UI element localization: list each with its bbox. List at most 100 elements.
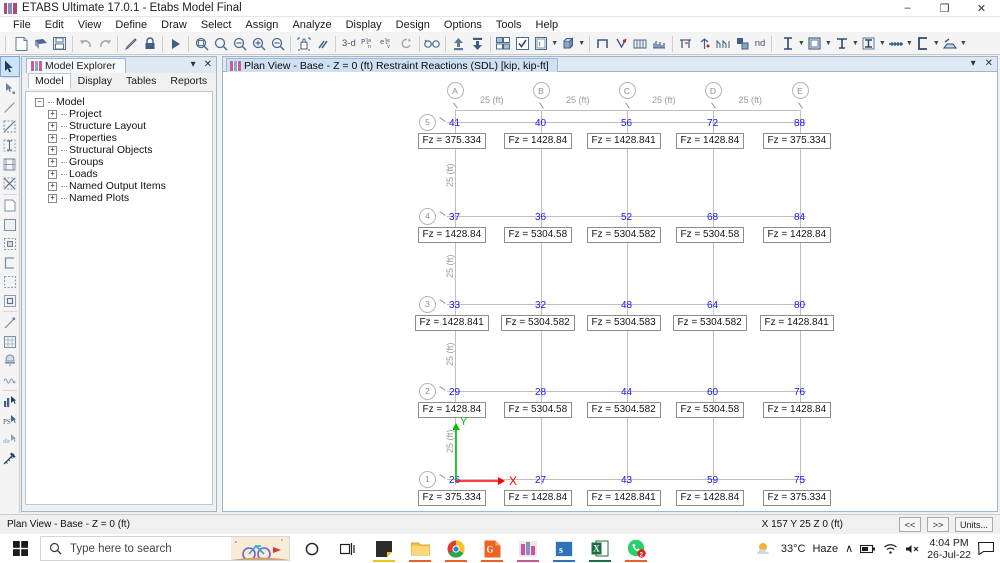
grid-bubble-D[interactable]: D	[704, 82, 722, 99]
reaction-value-node-68[interactable]: Fz = 5304.58	[675, 227, 745, 243]
reaction-value-node-32[interactable]: Fz = 5304.582	[500, 315, 575, 331]
tree-node-loads[interactable]: + Loads	[28, 168, 210, 180]
grid-bubble-E[interactable]: E	[791, 82, 809, 99]
grid-bubble-2[interactable]: 2	[419, 382, 436, 400]
tab-tables[interactable]: Tables	[119, 73, 163, 89]
menu-define[interactable]: Define	[108, 17, 154, 33]
reaction-value-node-88[interactable]: Fz = 375.334	[762, 133, 832, 149]
menu-select[interactable]: Select	[194, 17, 239, 33]
joint-restraints-icon[interactable]	[593, 34, 612, 53]
node-label-29[interactable]: 29	[449, 387, 460, 398]
node-label-68[interactable]: 68	[707, 212, 718, 223]
excel-icon[interactable]: X	[582, 534, 618, 563]
tree-node-structural-objects[interactable]: + Structural Objects	[28, 144, 210, 156]
reaction-value-node-60[interactable]: Fz = 5304.58	[675, 402, 745, 418]
point-loads-icon[interactable]	[612, 34, 631, 53]
reaction-value-node-56[interactable]: Fz = 1428.841	[586, 133, 661, 149]
measure-tool-icon[interactable]	[1, 449, 19, 468]
search-input[interactable]: Type here to search	[40, 536, 290, 561]
show-hidden-icons-chevron-icon[interactable]: ∧	[845, 542, 853, 555]
extrude-caret-icon[interactable]: ▼	[578, 34, 586, 53]
open-model-icon[interactable]	[31, 34, 50, 53]
elevation-view-icon[interactable]: el e v	[378, 34, 397, 53]
channel-section-icon[interactable]	[913, 34, 932, 53]
draw-tendon-icon[interactable]	[1, 313, 19, 332]
zoom-previous-icon[interactable]	[211, 34, 230, 53]
menu-options[interactable]: Options	[437, 17, 489, 33]
taskbar-clock[interactable]: 4:04 PM 26-Jul-22	[927, 537, 971, 561]
expand-icon[interactable]: +	[48, 193, 57, 203]
menu-design[interactable]: Design	[389, 17, 437, 33]
menu-edit[interactable]: Edit	[38, 17, 71, 33]
start-button[interactable]	[0, 534, 40, 563]
reaction-value-node-75[interactable]: Fz = 375.334	[762, 490, 832, 506]
tab-display[interactable]: Display	[71, 73, 119, 89]
node-label-75[interactable]: 75	[794, 475, 805, 486]
expand-icon[interactable]: +	[48, 181, 57, 191]
grid-bubble-1[interactable]: 1	[419, 470, 436, 488]
close-icon[interactable]: ✕	[204, 59, 212, 70]
node-label-32[interactable]: 32	[535, 300, 546, 311]
story-down-icon[interactable]	[468, 34, 487, 53]
cortana-icon[interactable]	[294, 534, 330, 563]
plan-view-canvas[interactable]: A B C D E 5 4 3 2 1 25 (ft) 25 (ft) 25 (ft) 25 (ft) 25…	[223, 72, 997, 511]
sticky-notes-icon[interactable]	[366, 534, 402, 563]
slab-section-caret-icon[interactable]: ▼	[959, 34, 967, 53]
pdf-app-icon[interactable]: G	[474, 534, 510, 563]
frame-section-icon[interactable]	[778, 34, 797, 53]
expand-icon[interactable]: +	[48, 109, 57, 119]
draw-wall-icon[interactable]	[1, 253, 19, 272]
reaction-value-node-27[interactable]: Fz = 1428.84	[503, 490, 573, 506]
set-plan-view-icon[interactable]: PS	[1, 411, 19, 430]
node-label-80[interactable]: 80	[794, 300, 805, 311]
close-icon[interactable]: ✕	[985, 58, 993, 69]
quick-draw-floor-icon[interactable]	[1, 234, 19, 253]
node-label-37[interactable]: 37	[449, 212, 460, 223]
mesh-icon[interactable]	[714, 34, 733, 53]
whatsapp-icon[interactable]: 2	[618, 534, 654, 563]
node-label-76[interactable]: 76	[794, 387, 805, 398]
node-label-88[interactable]: 88	[794, 118, 805, 129]
chevron-down-icon[interactable]: ▾	[971, 58, 976, 69]
tee-section-icon[interactable]	[832, 34, 851, 53]
reaction-value-node-33[interactable]: Fz = 1428.841	[414, 315, 489, 331]
run-analysis-icon[interactable]	[166, 34, 185, 53]
channel-section-caret-icon[interactable]: ▼	[932, 34, 940, 53]
reaction-value-node-72[interactable]: Fz = 1428.84	[675, 133, 745, 149]
reaction-value-node-43[interactable]: Fz = 1428.841	[586, 490, 661, 506]
reaction-value-node-52[interactable]: Fz = 5304.582	[586, 227, 661, 243]
quick-draw-brace-icon[interactable]	[1, 155, 19, 174]
set-dir-view-icon[interactable]: dir	[1, 430, 19, 449]
reaction-value-node-36[interactable]: Fz = 5304.58	[503, 227, 573, 243]
tree-node-groups[interactable]: + Groups	[28, 156, 210, 168]
node-label-59[interactable]: 59	[707, 475, 718, 486]
expand-icon[interactable]: +	[48, 157, 57, 167]
menu-view[interactable]: View	[71, 17, 109, 33]
safe-app-icon[interactable]: s	[546, 534, 582, 563]
reaction-value-node-59[interactable]: Fz = 1428.84	[675, 490, 745, 506]
etabs-taskbar-icon[interactable]	[510, 534, 546, 563]
grid-bubble-4[interactable]: 4	[419, 207, 436, 225]
set-display-options-icon[interactable]	[494, 34, 513, 53]
zoom-in-icon[interactable]	[249, 34, 268, 53]
node-label-43[interactable]: 43	[621, 475, 632, 486]
i-section-icon[interactable]	[859, 34, 878, 53]
expand-icon[interactable]: +	[48, 121, 57, 131]
minimize-icon[interactable]: –	[889, 0, 926, 17]
node-label-40[interactable]: 40	[535, 118, 546, 129]
node-label-56[interactable]: 56	[621, 118, 632, 129]
reaction-value-node-84[interactable]: Fz = 1428.84	[762, 227, 832, 243]
file-explorer-icon[interactable]	[402, 534, 438, 563]
node-label-72[interactable]: 72	[707, 118, 718, 129]
tree-node-project[interactable]: + Project	[28, 108, 210, 120]
draw-floor-poly-icon[interactable]	[1, 196, 19, 215]
tree-node-named-output-items[interactable]: + Named Output Items	[28, 180, 210, 192]
node-label-48[interactable]: 48	[621, 300, 632, 311]
menu-tools[interactable]: Tools	[489, 17, 529, 33]
prev-button[interactable]: <<	[898, 517, 921, 532]
reaction-value-node-44[interactable]: Fz = 5304.582	[586, 402, 661, 418]
shear-diagram-icon[interactable]	[631, 34, 650, 53]
quick-draw-secondary-beam-icon[interactable]	[1, 174, 19, 193]
expand-icon[interactable]: +	[48, 169, 57, 179]
node-label-64[interactable]: 64	[707, 300, 718, 311]
